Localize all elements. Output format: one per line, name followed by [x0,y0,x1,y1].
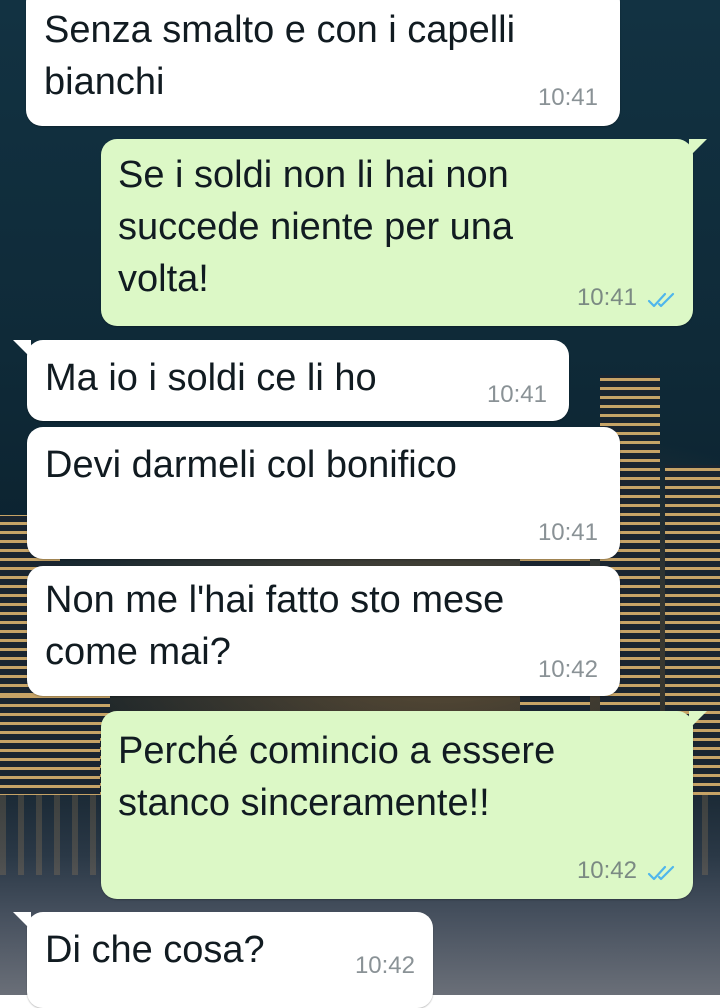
message-text: Non me l'hai fatto sto mese come mai? [45,579,505,673]
message-bubble-outgoing[interactable]: Se i soldi non li hai non succede niente… [101,139,707,326]
message-text: Se i soldi non li hai non succede niente… [118,154,514,300]
message-time: 10:41 [486,381,547,408]
message-bubble-incoming[interactable]: Devi darmeli col bonifico 10:41 [27,427,620,559]
message-time: 10:41 [537,84,598,111]
message-bubble-incoming[interactable]: Ma io i soldi ce li ho 10:41 [13,340,569,421]
message-text: Senza smalto e con i capelli bianchi [44,9,516,103]
message-time: 10:41 [576,284,637,311]
message-time: 10:42 [537,656,598,683]
bubble-tail [13,912,31,930]
message-time: 10:42 [354,952,415,979]
message-bubble-incoming[interactable]: Senza smalto e con i capelli bianchi 10:… [26,0,620,126]
message-text: Perché comincio a essere stanco sinceram… [118,730,556,824]
message-bubble-incoming[interactable]: Non me l'hai fatto sto mese come mai? 10… [27,566,620,696]
message-text: Ma io i soldi ce li ho [45,357,377,399]
bubble-tail [689,711,707,729]
message-time: 10:42 [576,857,637,884]
message-bubble-incoming[interactable]: Di che cosa? 10:42 [13,912,433,1008]
double-check-icon [647,292,675,308]
message-text: Devi darmeli col bonifico [45,444,457,486]
message-text: Di che cosa? [45,929,265,971]
bubble-tail [689,139,707,157]
message-bubble-outgoing[interactable]: Perché comincio a essere stanco sinceram… [101,711,707,899]
double-check-icon [647,865,675,881]
bubble-tail [13,340,31,358]
message-time: 10:41 [537,519,598,546]
